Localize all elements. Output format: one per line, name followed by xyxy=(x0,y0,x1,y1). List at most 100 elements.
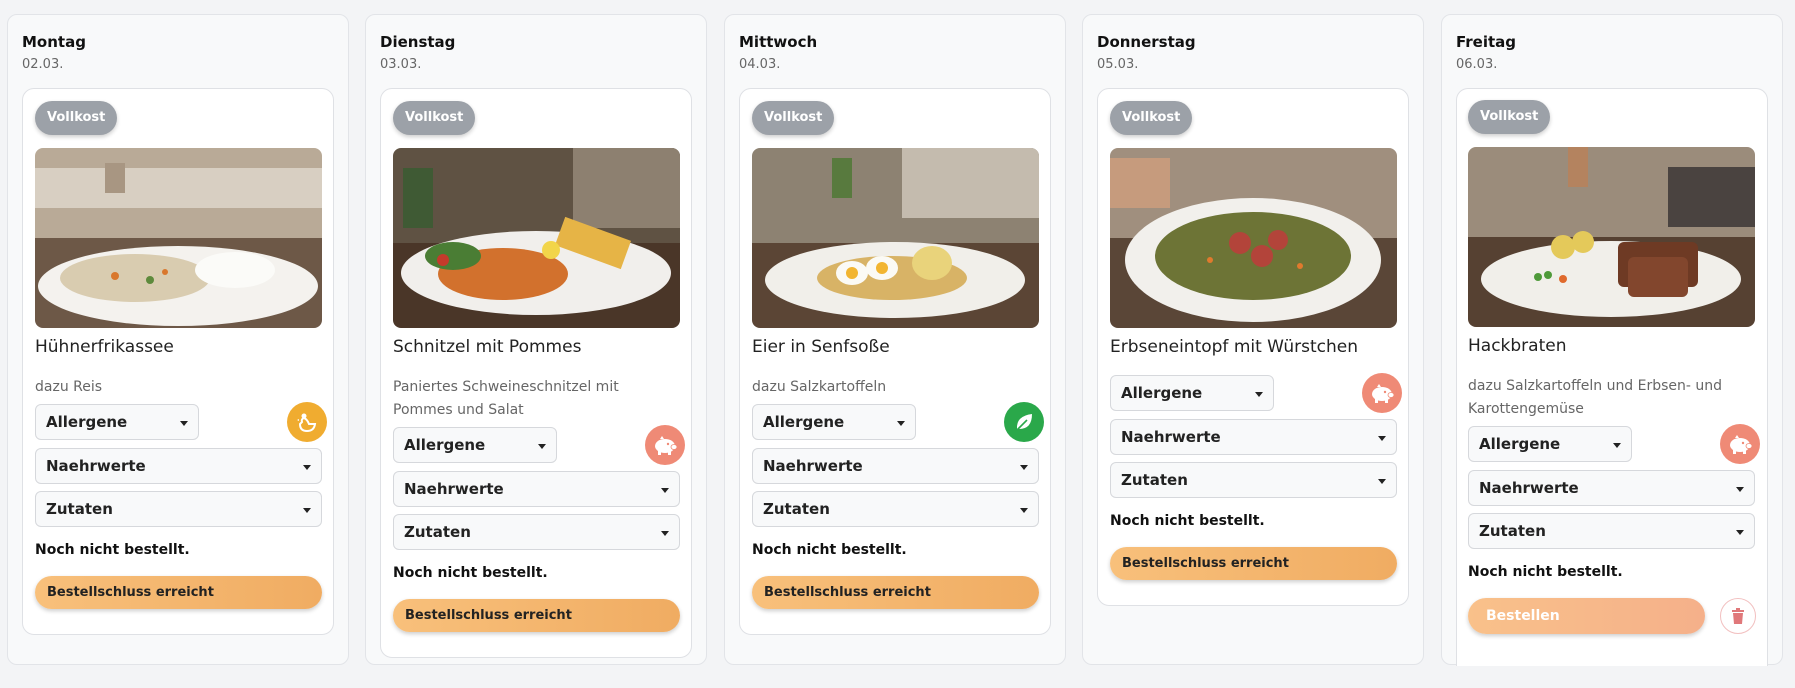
meal-card: Vollkost Schnitzel mit Pommes Paniertes … xyxy=(380,88,692,658)
dish-title: Eier in Senfsoße xyxy=(752,337,890,357)
chicken-icon xyxy=(287,402,327,442)
day-name: Freitag xyxy=(1456,33,1517,51)
day-date: 03.03. xyxy=(380,57,422,72)
day-name: Donnerstag xyxy=(1097,33,1196,51)
pig-icon xyxy=(1362,373,1402,413)
caret-down-icon xyxy=(1020,508,1028,513)
dropdown-label: Allergene xyxy=(1479,435,1561,453)
order-status: Noch nicht bestellt. xyxy=(752,542,907,558)
nutrition-dropdown[interactable]: Naehrwerte xyxy=(35,448,322,484)
day-column-friday: Freitag 06.03. Vollkost Hackbraten dazu … xyxy=(1441,14,1783,666)
dish-photo xyxy=(35,148,322,328)
day-column-thursday: Donnerstag 05.03. Vollkost Erbseneintopf… xyxy=(1082,14,1424,665)
order-deadline-button[interactable]: Bestellschluss erreicht xyxy=(393,599,680,632)
dish-description: dazu Salzkartoffeln xyxy=(752,379,887,395)
day-name: Mittwoch xyxy=(739,33,818,51)
dish-photo xyxy=(752,148,1039,328)
day-column-tuesday: Dienstag 03.03. Vollkost Schnitzel mit P… xyxy=(365,14,707,665)
caret-down-icon xyxy=(303,465,311,470)
order-deadline-button[interactable]: Bestellschluss erreicht xyxy=(752,576,1039,609)
diet-badge: Vollkost xyxy=(1110,101,1193,135)
nutrition-dropdown[interactable]: Naehrwerte xyxy=(1468,470,1755,506)
caret-down-icon xyxy=(1736,530,1744,535)
pig-icon xyxy=(645,425,685,465)
trash-icon xyxy=(1732,608,1744,624)
meal-card: Vollkost Erbseneintopf mit Würstchen All… xyxy=(1097,88,1409,606)
day-column-monday: Montag 02.03. Vollkost Hühnerfrikassee d… xyxy=(7,14,349,665)
day-date: 06.03. xyxy=(1456,57,1498,72)
order-status: Noch nicht bestellt. xyxy=(35,542,190,558)
allergens-dropdown[interactable]: Allergene xyxy=(752,404,916,440)
allergens-dropdown[interactable]: Allergene xyxy=(1468,426,1632,462)
dropdown-label: Naehrwerte xyxy=(763,457,863,475)
meal-card: Vollkost Hackbraten dazu Salzkartoffeln … xyxy=(1456,88,1768,666)
ingredients-dropdown[interactable]: Zutaten xyxy=(752,491,1039,527)
meal-card: Vollkost Eier in Senfsoße dazu Salzkarto… xyxy=(739,88,1051,635)
nutrition-dropdown[interactable]: Naehrwerte xyxy=(752,448,1039,484)
dish-photo xyxy=(1110,148,1397,328)
order-button[interactable]: Bestellen xyxy=(1468,598,1705,634)
order-status: Noch nicht bestellt. xyxy=(393,565,548,581)
dish-description: dazu Salzkartoffeln und Erbsen- und Karo… xyxy=(1468,378,1723,417)
dish-title: Hackbraten xyxy=(1468,336,1567,356)
diet-badge: Vollkost xyxy=(393,101,476,135)
dropdown-label: Allergene xyxy=(404,436,486,454)
allergens-dropdown[interactable]: Allergene xyxy=(1110,375,1274,411)
dish-photo xyxy=(1468,147,1755,327)
dropdown-label: Allergene xyxy=(1121,384,1203,402)
order-deadline-button[interactable]: Bestellschluss erreicht xyxy=(1110,547,1397,580)
day-name: Dienstag xyxy=(380,33,456,51)
caret-down-icon xyxy=(897,421,905,426)
ingredients-dropdown[interactable]: Zutaten xyxy=(1468,513,1755,549)
dish-title: Hühnerfrikassee xyxy=(35,337,174,357)
day-date: 02.03. xyxy=(22,57,64,72)
dropdown-label: Naehrwerte xyxy=(404,480,504,498)
dish-description: Paniertes Schweineschnitzel mit Pommes u… xyxy=(393,379,619,418)
order-status: Noch nicht bestellt. xyxy=(1468,564,1623,580)
caret-down-icon xyxy=(1613,443,1621,448)
dish-title: Schnitzel mit Pommes xyxy=(393,337,582,357)
day-date: 04.03. xyxy=(739,57,781,72)
allergens-dropdown[interactable]: Allergene xyxy=(35,404,199,440)
caret-down-icon xyxy=(1378,479,1386,484)
dropdown-label: Allergene xyxy=(46,413,128,431)
caret-down-icon xyxy=(1736,487,1744,492)
order-status: Noch nicht bestellt. xyxy=(1110,513,1265,529)
ingredients-dropdown[interactable]: Zutaten xyxy=(1110,462,1397,498)
dropdown-label: Naehrwerte xyxy=(1479,479,1579,497)
caret-down-icon xyxy=(303,508,311,513)
caret-down-icon xyxy=(180,421,188,426)
dropdown-label: Allergene xyxy=(763,413,845,431)
caret-down-icon xyxy=(538,444,546,449)
dropdown-label: Zutaten xyxy=(1121,471,1188,489)
ingredients-dropdown[interactable]: Zutaten xyxy=(393,514,680,550)
caret-down-icon xyxy=(661,488,669,493)
dropdown-label: Zutaten xyxy=(46,500,113,518)
day-column-wednesday: Mittwoch 04.03. Vollkost Eier in Senfsoß… xyxy=(724,14,1066,665)
dish-title: Erbseneintopf mit Würstchen xyxy=(1110,337,1359,357)
dropdown-label: Naehrwerte xyxy=(46,457,146,475)
diet-badge: Vollkost xyxy=(1468,100,1551,134)
dropdown-label: Zutaten xyxy=(763,500,830,518)
diet-badge: Vollkost xyxy=(752,101,835,135)
caret-down-icon xyxy=(661,531,669,536)
day-name: Montag xyxy=(22,33,86,51)
delete-button[interactable] xyxy=(1720,598,1756,634)
nutrition-dropdown[interactable]: Naehrwerte xyxy=(1110,419,1397,455)
order-deadline-button[interactable]: Bestellschluss erreicht xyxy=(35,576,322,609)
allergens-dropdown[interactable]: Allergene xyxy=(393,427,557,463)
meal-card: Vollkost Hühnerfrikassee dazu Reis Aller… xyxy=(22,88,334,635)
dropdown-label: Naehrwerte xyxy=(1121,428,1221,446)
nutrition-dropdown[interactable]: Naehrwerte xyxy=(393,471,680,507)
dropdown-label: Zutaten xyxy=(1479,522,1546,540)
pig-icon xyxy=(1720,424,1760,464)
dropdown-label: Zutaten xyxy=(404,523,471,541)
leaf-icon xyxy=(1004,402,1044,442)
diet-badge: Vollkost xyxy=(35,101,118,135)
caret-down-icon xyxy=(1020,465,1028,470)
ingredients-dropdown[interactable]: Zutaten xyxy=(35,491,322,527)
dish-description: dazu Reis xyxy=(35,379,103,395)
day-date: 05.03. xyxy=(1097,57,1139,72)
dish-photo xyxy=(393,148,680,328)
caret-down-icon xyxy=(1255,392,1263,397)
